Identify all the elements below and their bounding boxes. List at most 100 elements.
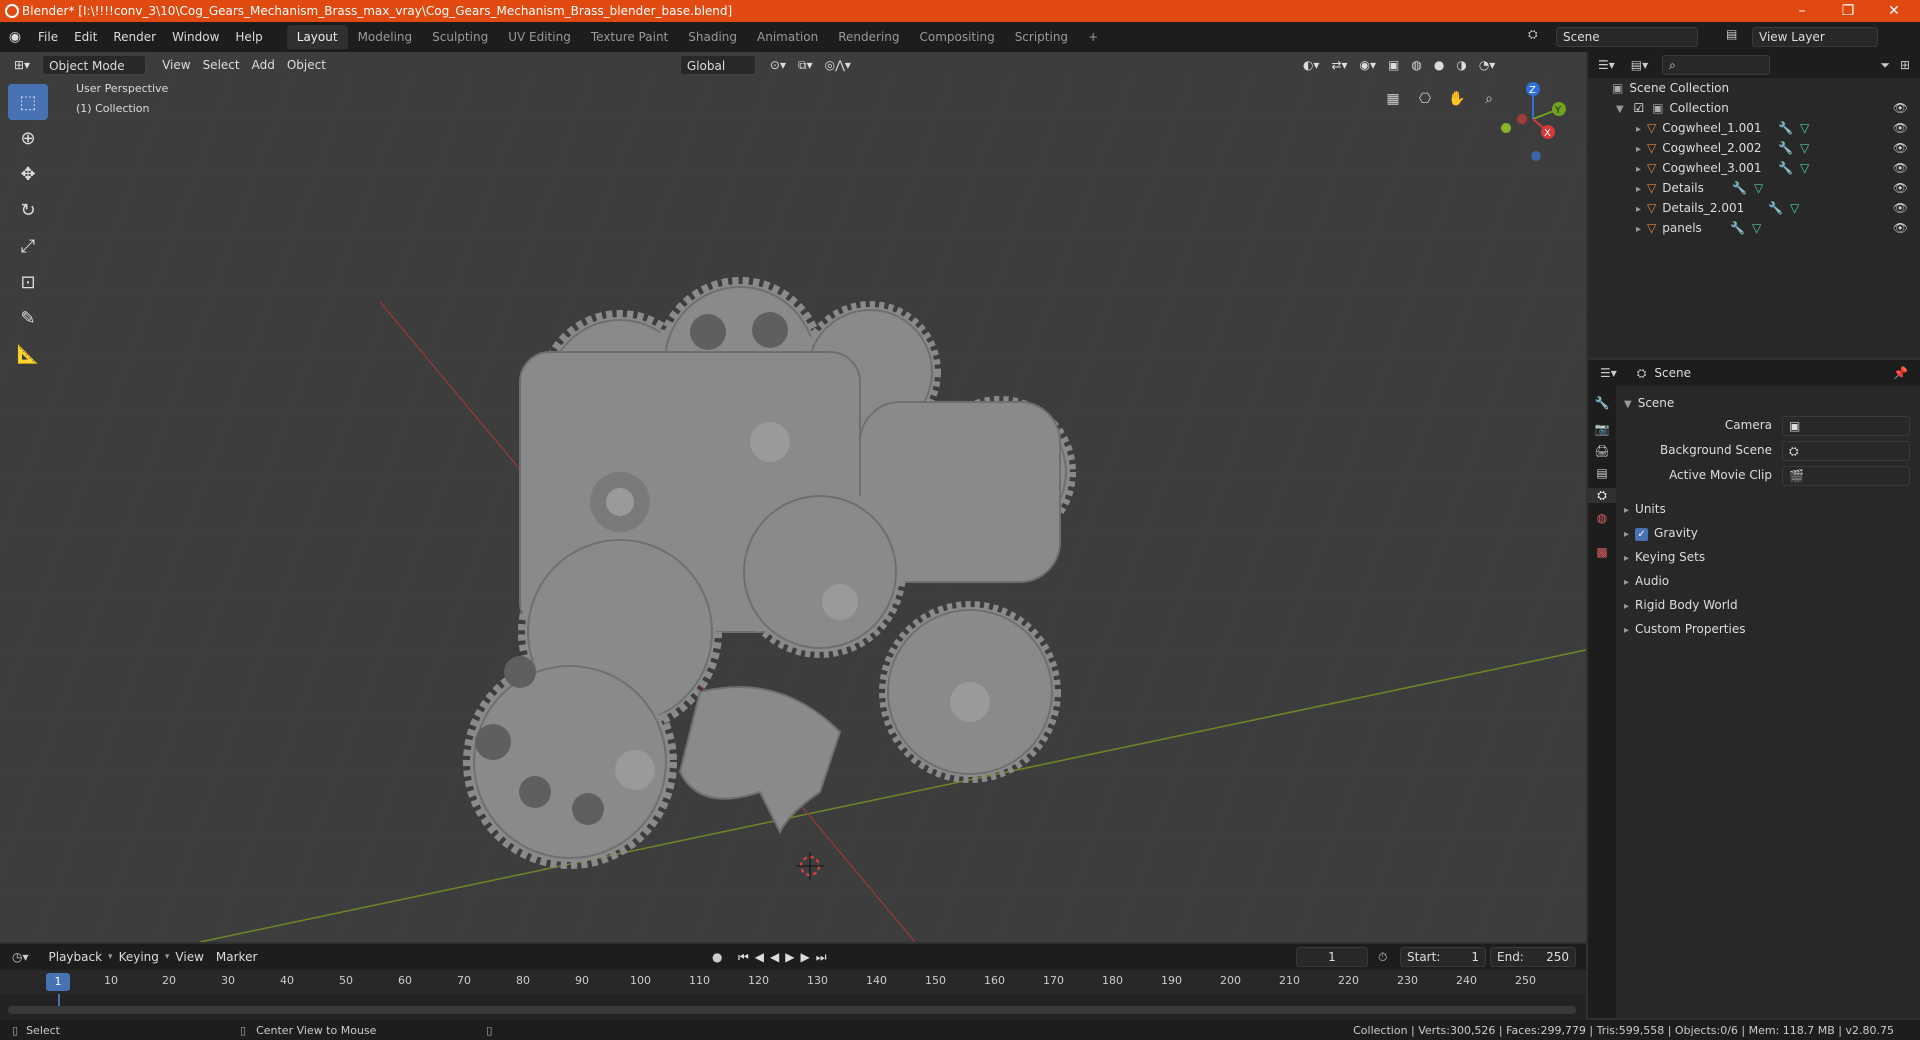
transform-tool-icon[interactable]: ⊡	[8, 264, 48, 300]
outliner-item[interactable]: ▸ ▽ Cogwheel_2.002 🔧 ▽ 👁	[1588, 138, 1920, 158]
view-layer-icon[interactable]: ▤	[1726, 27, 1737, 41]
visibility-icon[interactable]: ◐▾	[1297, 55, 1326, 75]
grid-view-icon[interactable]: ▦	[1380, 86, 1406, 112]
gravity-panel[interactable]: ▸ ✓ Gravity	[1624, 522, 1698, 544]
camera-field[interactable]: ▣	[1782, 416, 1910, 436]
tab-sculpting[interactable]: Sculpting	[422, 25, 498, 49]
scene-tab-icon[interactable]: ⛭	[1588, 488, 1616, 503]
mesh-data-icon[interactable]: ▽	[1752, 218, 1761, 238]
annotate-tool-icon[interactable]: ✎	[8, 300, 48, 336]
mesh-data-icon[interactable]: ▽	[1800, 158, 1809, 178]
eye-icon[interactable]: 👁	[1893, 118, 1908, 138]
snap-icon[interactable]: ⧉▾	[792, 55, 819, 75]
eye-icon[interactable]: 👁	[1893, 158, 1908, 178]
xray-icon[interactable]: ▣	[1382, 55, 1405, 75]
playhead-frame[interactable]: 1	[46, 973, 70, 991]
scene-collection-row[interactable]: ▣ Scene Collection	[1588, 78, 1920, 98]
tab-uv-editing[interactable]: UV Editing	[498, 25, 581, 49]
outliner-editor-icon[interactable]: ☰▾	[1598, 58, 1615, 72]
tab-layout[interactable]: Layout	[286, 25, 348, 49]
scene-panel-header[interactable]: ▼ Scene	[1624, 392, 1674, 414]
background-scene-field[interactable]: ⛭	[1782, 441, 1910, 461]
gizmo-toggle-icon[interactable]: ⇄▾	[1325, 55, 1353, 75]
tab-scripting[interactable]: Scripting	[1005, 25, 1078, 49]
menu-window[interactable]: Window	[164, 22, 227, 52]
mesh-data-icon[interactable]: ▽	[1800, 118, 1809, 138]
end-frame-field[interactable]: End: 250	[1490, 947, 1576, 967]
view-layer-tab-icon[interactable]: ▤	[1588, 466, 1616, 480]
outliner-item[interactable]: ▸ ▽ Details 🔧 ▽ 👁	[1588, 178, 1920, 198]
modifier-icon[interactable]: 🔧	[1732, 178, 1747, 198]
record-button[interactable]: ●	[712, 950, 722, 964]
timeline-track-area[interactable]	[0, 994, 1586, 1020]
playback-controls[interactable]: ⏮◀◀▶▶⏭	[738, 950, 833, 965]
shading-rendered-icon[interactable]: ◔▾	[1473, 55, 1502, 75]
orientation-selector[interactable]: Global	[679, 55, 756, 75]
move-tool-icon[interactable]: ✥	[8, 156, 48, 192]
menu-render[interactable]: Render	[105, 22, 164, 52]
collection-row[interactable]: ▼ ☑ ▣ Collection 👁	[1588, 98, 1920, 118]
shading-wireframe-icon[interactable]: ◍	[1405, 55, 1427, 75]
modifier-icon[interactable]: 🔧	[1768, 198, 1783, 218]
menu-help[interactable]: Help	[227, 22, 270, 52]
viewport-menu-view[interactable]: View	[156, 55, 196, 75]
rigid-body-world-panel[interactable]: ▸ Rigid Body World	[1624, 594, 1738, 616]
tab-rendering[interactable]: Rendering	[828, 25, 909, 49]
measure-tool-icon[interactable]: 📐	[8, 336, 48, 372]
viewport-menu-select[interactable]: Select	[197, 55, 246, 75]
minimize-button[interactable]: –	[1780, 0, 1824, 22]
viewport-menu-object[interactable]: Object	[281, 55, 332, 75]
viewport-menu-add[interactable]: Add	[246, 55, 281, 75]
tab-animation[interactable]: Animation	[747, 25, 828, 49]
texture-tab-icon[interactable]: ▩	[1588, 545, 1616, 559]
preview-range-icon[interactable]: ⏱	[1378, 950, 1387, 965]
modifier-icon[interactable]: 🔧	[1778, 138, 1793, 158]
timeline-editor-icon[interactable]: ◷▾	[12, 950, 29, 964]
output-tab-icon[interactable]: 🖨	[1588, 444, 1616, 458]
collection-expand-icon[interactable]: ▼	[1616, 104, 1624, 115]
outliner-item[interactable]: ▸ ▽ Cogwheel_3.001 🔧 ▽ 👁	[1588, 158, 1920, 178]
proportional-edit-icon[interactable]: ◎⋀▾	[819, 55, 857, 75]
eye-icon[interactable]: 👁	[1893, 198, 1908, 218]
pivot-icon[interactable]: ⊙▾	[764, 55, 792, 75]
outliner-search-input[interactable]: ⌕	[1662, 55, 1771, 75]
mesh-data-icon[interactable]: ▽	[1790, 198, 1799, 218]
outliner-item[interactable]: ▸ ▽ Cogwheel_1.001 🔧 ▽ 👁	[1588, 118, 1920, 138]
collection-eye-icon[interactable]: 👁	[1893, 98, 1908, 118]
scale-tool-icon[interactable]: ⤢	[8, 228, 48, 264]
display-mode-icon[interactable]: ▤▾	[1631, 58, 1648, 72]
shading-solid-icon[interactable]: ●	[1428, 55, 1450, 75]
modifier-icon[interactable]: 🔧	[1778, 118, 1793, 138]
eye-icon[interactable]: 👁	[1893, 138, 1908, 158]
mode-selector[interactable]: Object Mode	[42, 55, 147, 75]
editor-type-icon[interactable]: ⊞▾	[8, 55, 36, 75]
start-frame-field[interactable]: Start: 1	[1400, 947, 1486, 967]
render-tab-icon[interactable]: 📷	[1588, 422, 1616, 436]
custom-properties-panel[interactable]: ▸ Custom Properties	[1624, 618, 1745, 640]
timeline-ruler[interactable]: 1 10 20 30 40 50 60 70 80 90 100 110 120…	[0, 970, 1586, 994]
units-panel[interactable]: ▸ Units	[1624, 498, 1666, 520]
shading-material-icon[interactable]: ◑	[1450, 55, 1472, 75]
timeline-menu-marker[interactable]: Marker	[210, 947, 263, 967]
eye-icon[interactable]: 👁	[1893, 178, 1908, 198]
maximize-button[interactable]: ❐	[1826, 0, 1870, 22]
tool-tab-icon[interactable]: 🔧	[1588, 396, 1616, 410]
active-movie-clip-field[interactable]: 🎬	[1782, 466, 1910, 486]
modifier-icon[interactable]: 🔧	[1730, 218, 1745, 238]
overlay-toggle-icon[interactable]: ◉▾	[1354, 55, 1383, 75]
scene-selector[interactable]: Scene	[1556, 27, 1698, 47]
zoom-icon[interactable]: ⌕	[1476, 86, 1502, 112]
pan-hand-icon[interactable]: ✋	[1444, 86, 1470, 112]
modifier-icon[interactable]: 🔧	[1778, 158, 1793, 178]
tab-compositing[interactable]: Compositing	[909, 25, 1004, 49]
new-collection-icon[interactable]: ⊞	[1900, 58, 1910, 72]
tab-shading[interactable]: Shading	[678, 25, 747, 49]
tab-texture-paint[interactable]: Texture Paint	[581, 25, 678, 49]
mesh-data-icon[interactable]: ▽	[1800, 138, 1809, 158]
eye-icon[interactable]: 👁	[1893, 218, 1908, 238]
world-tab-icon[interactable]: ◍	[1588, 511, 1616, 525]
scene-icon[interactable]: ⛭	[1528, 27, 1538, 42]
outliner-item[interactable]: ▸ ▽ Details_2.001 🔧 ▽ 👁	[1588, 198, 1920, 218]
add-workspace-button[interactable]: +	[1078, 25, 1108, 49]
timeline-menu-keying[interactable]: Keying	[113, 947, 165, 967]
